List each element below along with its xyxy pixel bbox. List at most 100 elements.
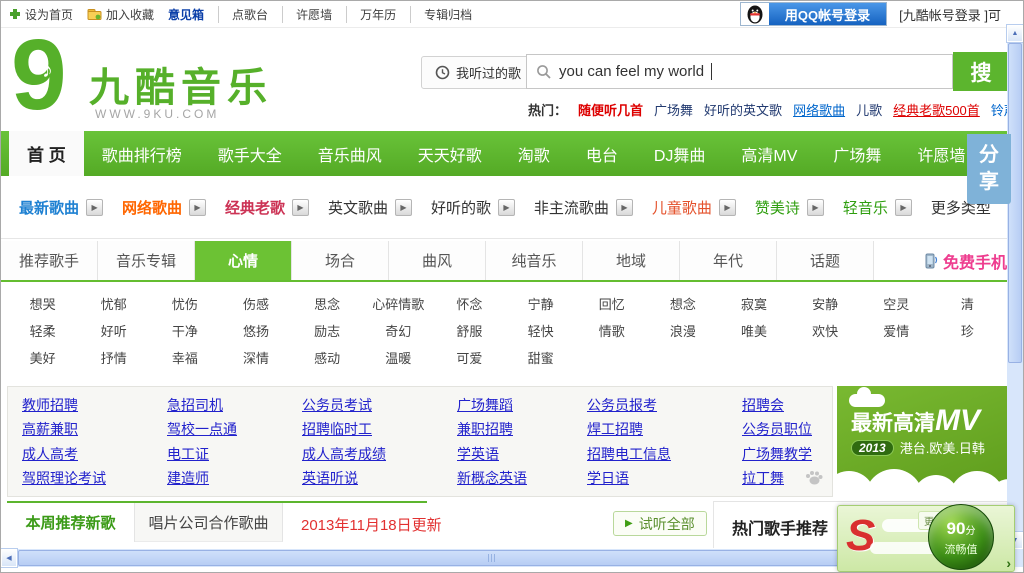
mood-tag[interactable]: 舒服 [456, 321, 482, 340]
mood-tag[interactable]: 温暖 [385, 348, 411, 367]
ad-link[interactable]: 公务员职位 [742, 419, 818, 439]
mood-tag[interactable]: 爱情 [883, 321, 909, 340]
ad-link[interactable]: 广场舞教学 [742, 444, 818, 464]
tab-weekly-new-songs[interactable]: 本周推荐新歌 [7, 503, 135, 542]
mood-tag[interactable]: 奇幻 [385, 321, 411, 340]
mood-tag[interactable]: 忧伤 [172, 294, 198, 313]
category-link[interactable]: 非主流歌曲 [534, 197, 609, 218]
mood-tag[interactable]: 情歌 [599, 321, 625, 340]
ad-link[interactable]: 焊工招聘 [587, 419, 742, 439]
search-button[interactable]: 搜 [953, 52, 1009, 91]
expand-arrow-icon[interactable]: ▶ [498, 199, 515, 216]
category-link[interactable]: 好听的歌 [431, 197, 491, 218]
ad-link[interactable]: 成人高考 [22, 444, 167, 464]
mood-tag[interactable]: 好听 [101, 321, 127, 340]
mood-tag[interactable]: 浪漫 [670, 321, 696, 340]
nav-item[interactable]: 首 页 [9, 131, 84, 176]
expand-arrow-icon[interactable]: ▶ [395, 199, 412, 216]
mood-tag[interactable]: 回忆 [599, 294, 625, 313]
nav-item[interactable]: 淘歌 [500, 131, 568, 176]
expand-arrow-icon[interactable]: ▶ [616, 199, 633, 216]
ad-link[interactable]: 学英语 [457, 444, 587, 464]
song-request-link[interactable]: 点歌台 [218, 6, 268, 23]
hot-link[interactable]: 儿歌 [856, 100, 882, 119]
overlay-expand-chevron[interactable]: › [1006, 555, 1011, 571]
ad-link[interactable]: 英语听说 [302, 468, 457, 488]
ad-link[interactable]: 电工证 [167, 444, 302, 464]
scroll-left-button[interactable]: ◀ [1, 549, 17, 567]
ad-link[interactable]: 兼职招聘 [457, 419, 587, 439]
mood-tag[interactable]: 空灵 [883, 294, 909, 313]
tag-tab[interactable]: 纯音乐 [486, 241, 583, 280]
ad-link[interactable]: 招聘临时工 [302, 419, 457, 439]
tag-tab[interactable]: 曲风 [389, 241, 486, 280]
tag-tab[interactable]: 话题 [777, 241, 874, 280]
nav-item[interactable]: 广场舞 [815, 131, 899, 176]
hot-link[interactable]: 网络歌曲 [793, 100, 845, 119]
mood-tag[interactable]: 甜蜜 [528, 348, 554, 367]
expand-arrow-icon[interactable]: ▶ [86, 199, 103, 216]
mood-tag[interactable]: 抒情 [101, 348, 127, 367]
tag-tab[interactable]: 地域 [583, 241, 680, 280]
ad-link[interactable]: 高薪兼职 [22, 419, 167, 439]
category-link[interactable]: 最新歌曲 [19, 197, 79, 218]
expand-arrow-icon[interactable]: ▶ [189, 199, 206, 216]
ad-link[interactable]: 驾照理论考试 [22, 468, 167, 488]
ad-link[interactable]: 招聘电工信息 [587, 444, 742, 464]
mood-tag[interactable]: 想哭 [30, 294, 56, 313]
scroll-up-button[interactable]: ▲ [1007, 25, 1023, 42]
mood-tag[interactable]: 欢快 [812, 321, 838, 340]
mood-tag[interactable]: 深情 [243, 348, 269, 367]
mood-tag[interactable]: 寂寞 [741, 294, 767, 313]
category-link[interactable]: 轻音乐 [843, 197, 888, 218]
mood-tag[interactable]: 宁静 [528, 294, 554, 313]
category-link[interactable]: 经典老歌 [225, 197, 285, 218]
ad-link[interactable]: 教师招聘 [22, 395, 167, 415]
mood-tag[interactable]: 悠扬 [243, 321, 269, 340]
ad-network-paw-icon[interactable] [804, 469, 824, 492]
ad-link[interactable]: 学日语 [587, 468, 742, 488]
mood-tag[interactable]: 珍 [961, 321, 974, 340]
expand-arrow-icon[interactable]: ▶ [719, 199, 736, 216]
expand-arrow-icon[interactable]: ▶ [292, 199, 309, 216]
album-archive-link[interactable]: 专辑归档 [410, 6, 472, 23]
ad-link[interactable]: 驾校一点通 [167, 419, 302, 439]
wish-wall-link[interactable]: 许愿墙 [282, 6, 332, 23]
nav-item[interactable]: 电台 [568, 131, 636, 176]
add-favorite-link[interactable]: 加入收藏 [87, 6, 154, 23]
mood-tag[interactable]: 怀念 [456, 294, 482, 313]
tag-tab[interactable]: 心情 [195, 241, 292, 280]
search-input[interactable]: you can feel my world [526, 54, 953, 89]
hot-link[interactable]: 随便听几首 [578, 100, 643, 119]
feedback-link[interactable]: 意见箱 [168, 6, 204, 23]
expand-arrow-icon[interactable]: ▶ [895, 199, 912, 216]
category-link[interactable]: 网络歌曲 [122, 197, 182, 218]
hot-link[interactable]: 好听的英文歌 [704, 100, 782, 119]
free-phone-link[interactable]: 免费手机 [924, 241, 1009, 280]
mood-tag[interactable]: 清 [961, 294, 974, 313]
mood-tag[interactable]: 励志 [314, 321, 340, 340]
horizontal-scroll-thumb[interactable] [18, 550, 966, 566]
ad-link[interactable]: 招聘会 [742, 395, 818, 415]
ad-link[interactable]: 新概念英语 [457, 468, 587, 488]
vertical-scrollbar[interactable]: ▲ ▼ [1007, 25, 1023, 549]
category-link[interactable]: 赞美诗 [755, 197, 800, 218]
nav-item[interactable]: 歌曲排行榜 [84, 131, 200, 176]
hot-link[interactable]: 广场舞 [654, 100, 693, 119]
listened-songs-button[interactable]: 我听过的歌 [421, 56, 535, 89]
mood-tag[interactable]: 轻快 [528, 321, 554, 340]
tag-tab[interactable]: 推荐歌手 [1, 241, 98, 280]
mood-tag[interactable]: 想念 [670, 294, 696, 313]
expand-arrow-icon[interactable]: ▶ [807, 199, 824, 216]
nav-item[interactable]: DJ舞曲 [636, 131, 724, 176]
mood-tag[interactable]: 思念 [314, 294, 340, 313]
tag-tab[interactable]: 年代 [680, 241, 777, 280]
mood-tag[interactable]: 可爱 [456, 348, 482, 367]
hot-link[interactable]: 经典老歌500首 [893, 100, 980, 119]
ad-link[interactable]: 成人高考成绩 [302, 444, 457, 464]
category-link[interactable]: 儿童歌曲 [652, 197, 712, 218]
nav-item[interactable]: 天天好歌 [400, 131, 500, 176]
mood-tag[interactable]: 美好 [30, 348, 56, 367]
software-overlay-badge[interactable]: S 更新 90分 流畅值 › [837, 505, 1015, 572]
tab-label-partner-songs[interactable]: 唱片公司合作歌曲 [135, 503, 283, 542]
